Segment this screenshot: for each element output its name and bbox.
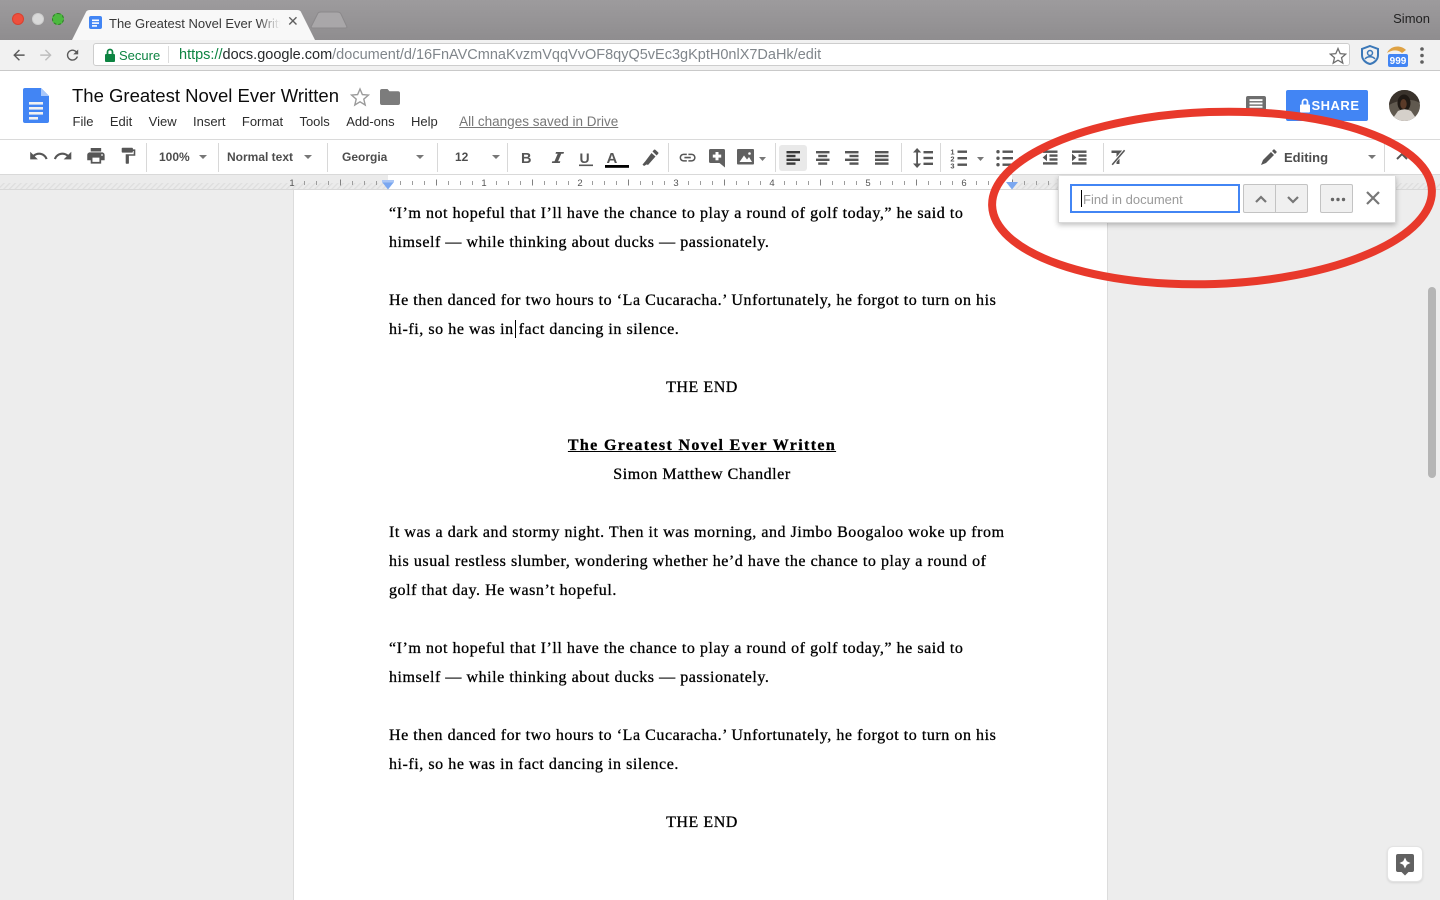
svg-text:U: U: [580, 150, 590, 166]
svg-text:3: 3: [673, 178, 678, 189]
svg-text:999: 999: [1390, 56, 1407, 67]
svg-text:A: A: [607, 150, 618, 167]
svg-text:1: 1: [481, 178, 486, 189]
svg-text:1: 1: [289, 178, 294, 189]
svg-text:4: 4: [769, 178, 774, 189]
svg-text:5: 5: [865, 178, 870, 189]
svg-text:B: B: [521, 151, 531, 167]
svg-text:2: 2: [577, 178, 582, 189]
svg-text:3: 3: [950, 162, 954, 171]
svg-text:6: 6: [961, 178, 966, 189]
